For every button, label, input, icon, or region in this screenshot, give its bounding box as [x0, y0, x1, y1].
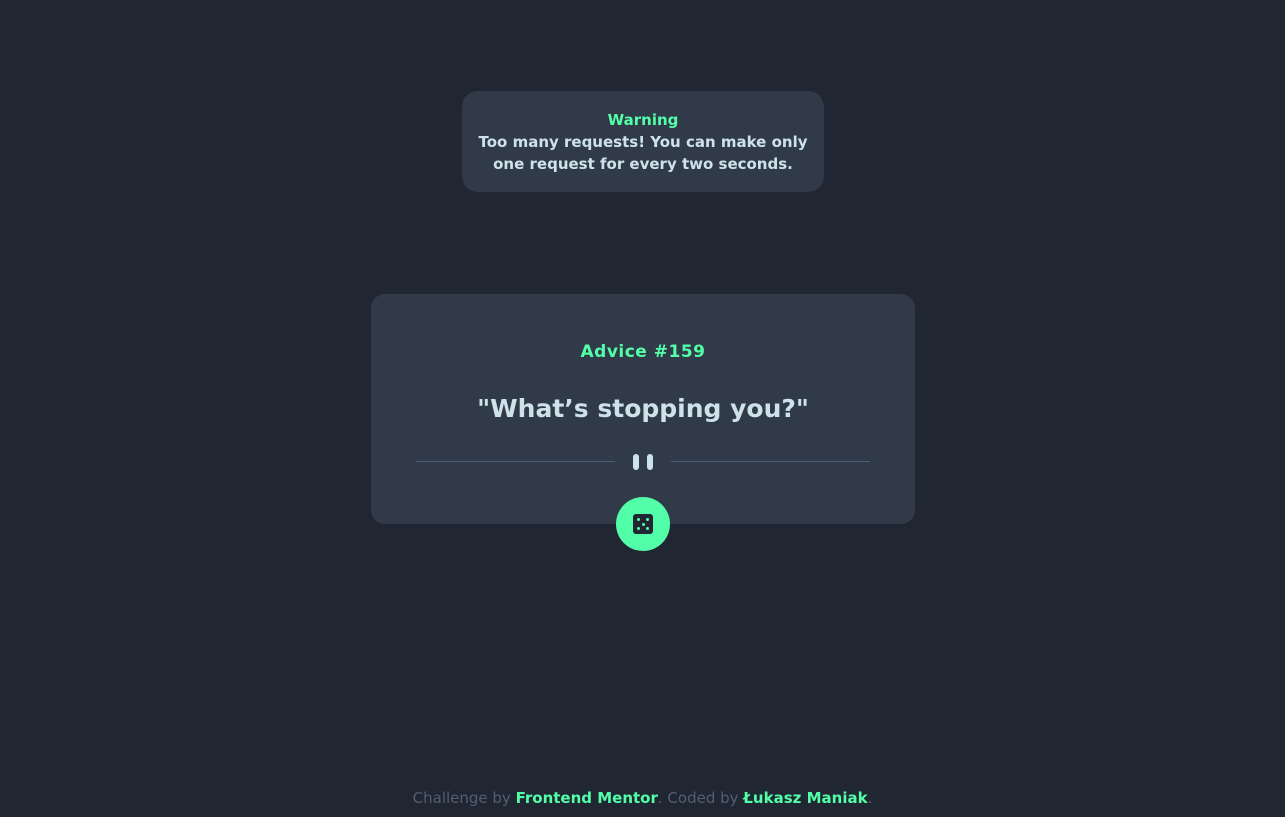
warning-title: Warning [607, 111, 679, 129]
advice-text: "What’s stopping you?" [477, 394, 809, 423]
divider-line-right [671, 461, 870, 462]
generate-advice-button[interactable] [616, 497, 670, 551]
footer-middle: . Coded by [657, 789, 744, 807]
footer: Challenge by Frontend Mentor. Coded by Ł… [0, 787, 1285, 809]
divider [416, 453, 870, 471]
footer-prefix: Challenge by [412, 789, 516, 807]
advice-card: Advice #159 "What’s stopping you?" [371, 294, 915, 524]
warning-message: Too many requests! You can make only one… [478, 133, 808, 173]
frontend-mentor-link[interactable]: Frontend Mentor [516, 789, 658, 807]
dice-icon [633, 514, 653, 534]
author-link[interactable]: Łukasz Maniak [743, 789, 867, 807]
advice-id: Advice #159 [580, 342, 706, 362]
pause-icon [632, 453, 654, 471]
warning-toast: Warning Too many requests! You can make … [462, 91, 824, 192]
divider-line-left [416, 461, 615, 462]
footer-suffix: . [867, 789, 873, 807]
